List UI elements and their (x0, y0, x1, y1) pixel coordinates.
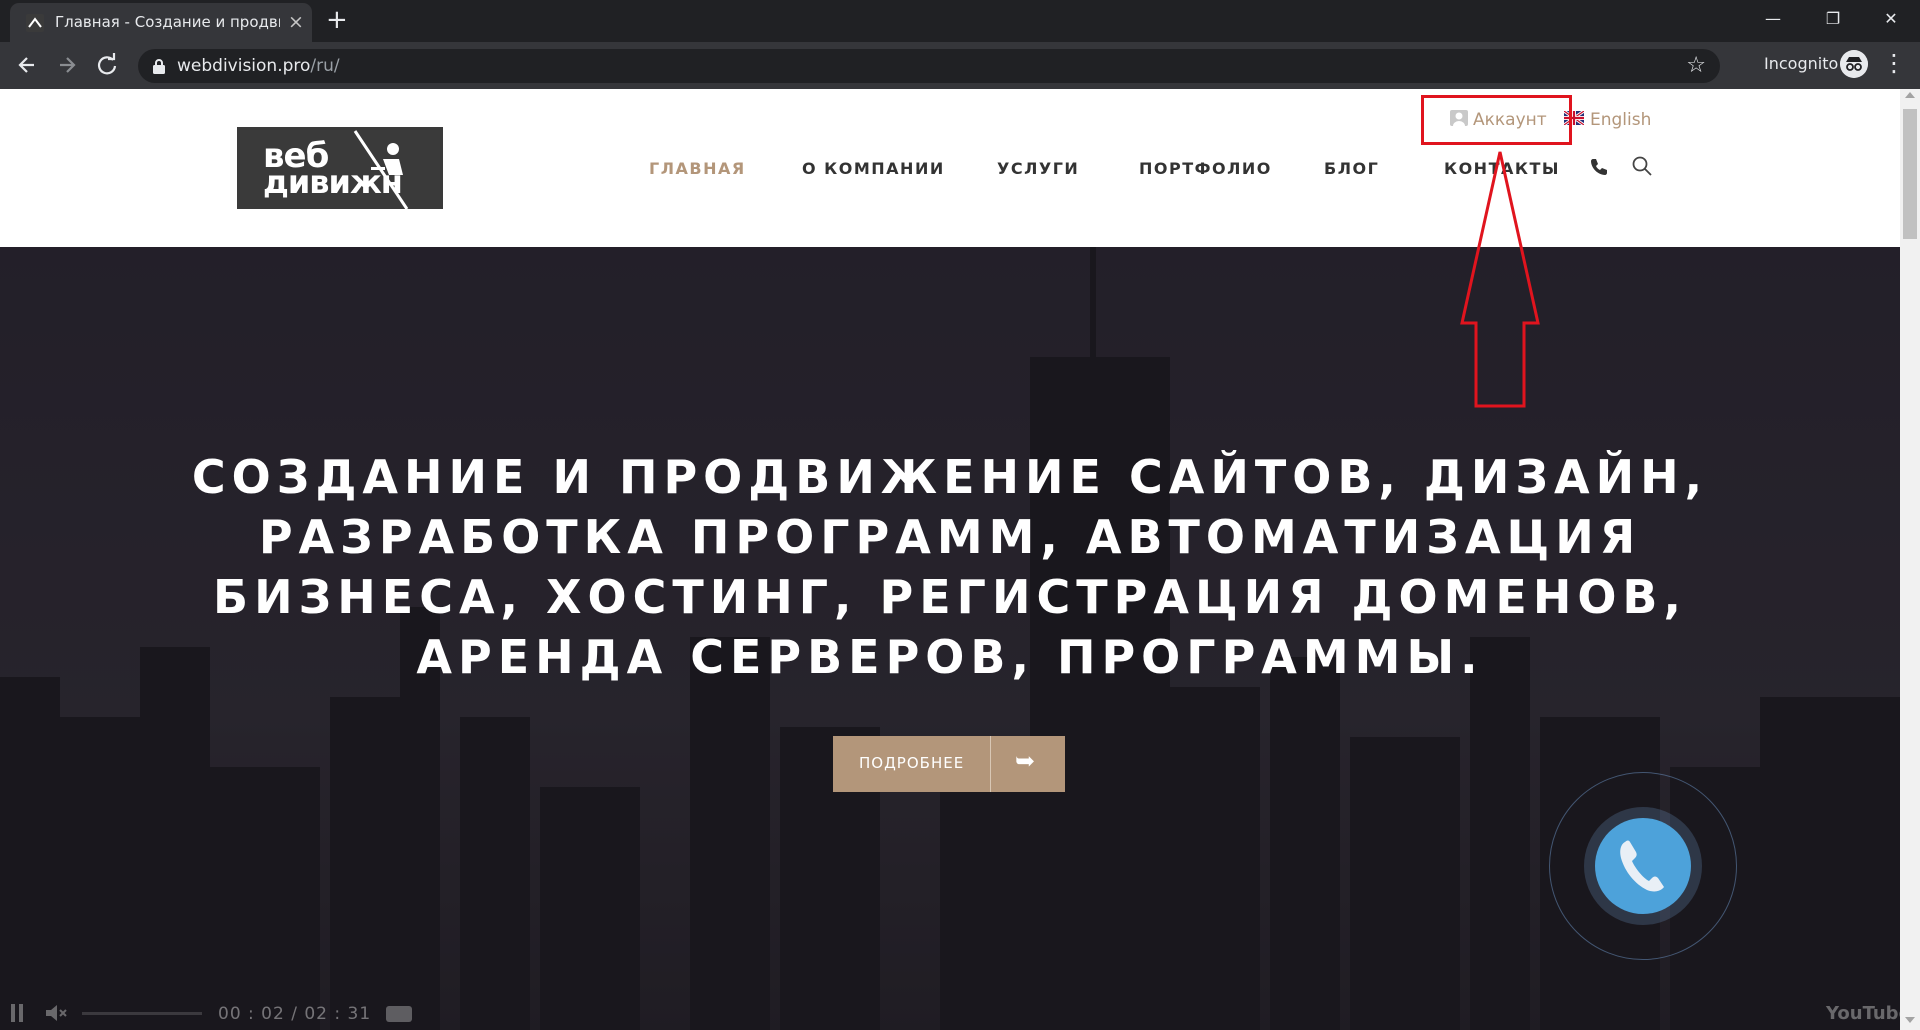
browser-tab[interactable]: Главная - Создание и продвижение × (10, 3, 312, 42)
forward-icon[interactable] (52, 50, 82, 80)
youtube-logo[interactable]: YouTube (1826, 1003, 1900, 1024)
scroll-up-icon[interactable] (1905, 92, 1915, 98)
nav-home[interactable]: ГЛАВНАЯ (649, 159, 746, 178)
window-restore-button[interactable]: ❐ (1810, 0, 1856, 38)
annotation-arrow-icon (1460, 151, 1540, 408)
web-page: веб дивижн Аккаунт English ГЛАВНАЯ О КОМ… (0, 89, 1920, 1030)
url-path: /ru/ (310, 56, 340, 76)
logo-figure-icon (353, 130, 409, 209)
tab-title: Главная - Создание и продвижение (55, 13, 280, 31)
page-scrollbar[interactable] (1900, 89, 1920, 1030)
video-progress-bar[interactable] (82, 1012, 202, 1015)
reload-icon[interactable] (92, 50, 122, 80)
nav-services[interactable]: УСЛУГИ (997, 159, 1079, 178)
url-host: webdivision.pro (177, 56, 311, 76)
nav-blog[interactable]: БЛОГ (1324, 159, 1379, 178)
site-favicon-icon (26, 14, 44, 32)
tab-close-icon[interactable]: × (288, 12, 304, 32)
new-tab-button[interactable]: + (326, 6, 348, 34)
pause-icon[interactable] (10, 1003, 24, 1023)
language-label: English (1590, 110, 1652, 130)
video-controls: 00 : 02 / 02 : 31 YouTube (0, 999, 1900, 1030)
url-text: webdivision.pro/ru/ (177, 56, 340, 76)
search-icon[interactable] (1632, 156, 1652, 176)
phone-icon[interactable] (1590, 158, 1608, 176)
callback-button[interactable] (1595, 818, 1691, 914)
arrow-right-icon: ➥ (1015, 747, 1036, 775)
hero-title: СОЗДАНИЕ И ПРОДВИЖЕНИЕ САЙТОВ, ДИЗАЙН, Р… (191, 450, 1709, 684)
button-divider (990, 736, 991, 792)
back-icon[interactable] (12, 50, 42, 80)
address-bar[interactable]: webdivision.pro/ru/ ☆ (138, 49, 1720, 83)
tab-strip: Главная - Создание и продвижение × + — ❐… (0, 0, 1920, 42)
incognito-icon[interactable] (1840, 50, 1868, 78)
site-logo[interactable]: веб дивижн (237, 127, 443, 209)
browser-toolbar: webdivision.pro/ru/ ☆ Incognito ⋮ (0, 42, 1920, 89)
star-icon[interactable]: ☆ (1686, 53, 1706, 78)
scroll-thumb[interactable] (1903, 109, 1917, 239)
captions-icon[interactable] (386, 1006, 412, 1022)
incognito-label: Incognito (1764, 54, 1839, 73)
handset-icon (1620, 840, 1664, 892)
scroll-down-icon[interactable] (1905, 1017, 1915, 1023)
hero-section: СОЗДАНИЕ И ПРОДВИЖЕНИЕ САЙТОВ, ДИЗАЙН, Р… (0, 247, 1900, 1030)
language-switch-link[interactable]: English (1564, 110, 1651, 130)
lock-icon (153, 59, 165, 74)
more-button-label: ПОДРОБНЕЕ (859, 754, 965, 772)
window-close-button[interactable]: ✕ (1868, 0, 1914, 38)
browser-menu-icon[interactable]: ⋮ (1882, 48, 1906, 78)
more-button[interactable]: ПОДРОБНЕЕ ➥ (833, 736, 1065, 792)
video-time: 00 : 02 / 02 : 31 (218, 1004, 372, 1024)
mute-icon[interactable] (44, 1003, 68, 1023)
annotation-highlight-box (1421, 95, 1572, 145)
window-minimize-button[interactable]: — (1750, 0, 1796, 38)
nav-about[interactable]: О КОМПАНИИ (802, 159, 945, 178)
site-header: веб дивижн Аккаунт English ГЛАВНАЯ О КОМ… (0, 89, 1900, 247)
nav-portfolio[interactable]: ПОРТФОЛИО (1139, 159, 1272, 178)
